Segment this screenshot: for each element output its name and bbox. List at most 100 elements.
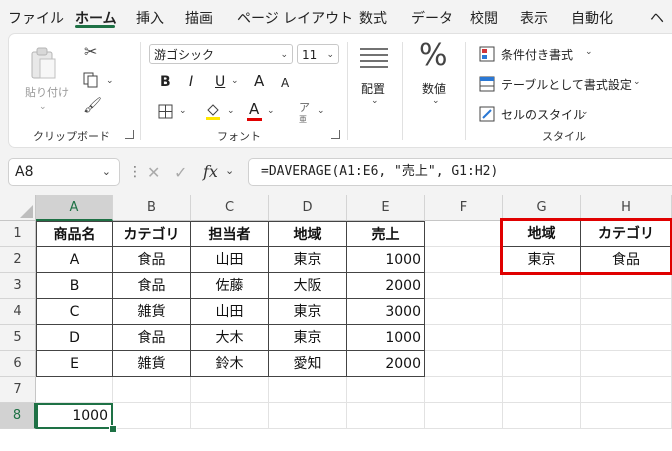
grid-cell[interactable] <box>269 377 347 403</box>
format-painter-icon[interactable]: 🖌 <box>83 98 102 113</box>
font-dialog-launcher-icon[interactable] <box>331 130 340 139</box>
format-as-table-button[interactable]: テーブルとして書式設定 <box>501 76 632 93</box>
copy-chevron-icon[interactable]: ⌄ <box>106 76 114 86</box>
number-chevron-icon[interactable]: ⌄ <box>432 96 440 106</box>
font-color-button[interactable]: A <box>249 100 259 118</box>
grid-cell[interactable] <box>425 403 503 429</box>
grow-font-button[interactable]: A <box>254 72 264 90</box>
cancel-icon[interactable]: ✕ <box>147 163 160 182</box>
column-header-d[interactable]: D <box>269 195 347 221</box>
table-cell[interactable]: 食品 <box>113 325 191 351</box>
insert-function-icon[interactable]: fx <box>203 162 218 181</box>
criteria-header-cell[interactable]: カテゴリ <box>581 221 672 247</box>
row-header-5[interactable]: 5 <box>0 325 36 351</box>
grid-cell[interactable] <box>425 221 503 247</box>
grid-cell[interactable] <box>425 247 503 273</box>
grid-cell[interactable] <box>581 351 672 377</box>
grid-cell[interactable] <box>581 325 672 351</box>
format-as-table-chevron-icon[interactable]: ⌄ <box>633 77 641 87</box>
table-cell[interactable]: 食品 <box>113 273 191 299</box>
conditional-format-button[interactable]: 条件付き書式 <box>501 46 573 63</box>
table-cell[interactable]: A <box>36 247 113 273</box>
enter-icon[interactable]: ✓ <box>174 163 187 182</box>
column-header-g[interactable]: G <box>503 195 581 221</box>
column-header-a[interactable]: A <box>36 195 113 221</box>
cut-icon[interactable]: ✂ <box>84 44 97 60</box>
phonetic-chevron-icon[interactable]: ⌄ <box>317 106 325 116</box>
result-cell-a8[interactable]: 1000 <box>36 403 113 429</box>
name-box[interactable]: A8 ⌄ <box>8 158 120 186</box>
cell-styles-chevron-icon[interactable]: ⌄ <box>581 107 589 117</box>
grid-cell[interactable] <box>269 403 347 429</box>
grid-cell[interactable] <box>425 325 503 351</box>
grid-cell[interactable] <box>581 273 672 299</box>
table-cell[interactable]: C <box>36 299 113 325</box>
tab-insert[interactable]: 挿入 <box>136 8 164 28</box>
tab-page-layout[interactable]: ページ レイアウト <box>237 8 353 28</box>
tab-formulas[interactable]: 数式 <box>359 8 387 28</box>
table-cell[interactable]: 3000 <box>347 299 425 325</box>
fill-color-icon[interactable] <box>205 102 221 123</box>
row-header-7[interactable]: 7 <box>0 377 36 403</box>
table-cell[interactable]: E <box>36 351 113 377</box>
grid-cell[interactable] <box>347 377 425 403</box>
number-label[interactable]: 数値 <box>422 80 446 97</box>
table-header-cell[interactable]: 担当者 <box>191 221 269 247</box>
table-cell[interactable]: 食品 <box>113 247 191 273</box>
paste-button[interactable] <box>29 46 57 83</box>
underline-chevron-icon[interactable]: ⌄ <box>231 76 239 86</box>
table-cell[interactable]: 愛知 <box>269 351 347 377</box>
row-header-6[interactable]: 6 <box>0 351 36 377</box>
shrink-font-button[interactable]: A <box>281 76 289 90</box>
font-size-combo[interactable]: 11 ⌄ <box>297 44 339 64</box>
font-color-chevron-icon[interactable]: ⌄ <box>267 106 275 116</box>
font-name-combo[interactable]: 游ゴシック ⌄ <box>149 44 293 64</box>
column-header-c[interactable]: C <box>191 195 269 221</box>
table-cell[interactable]: 2000 <box>347 273 425 299</box>
formula-input[interactable]: =DAVERAGE(A1:E6, "売上", G1:H2) <box>248 158 672 186</box>
table-cell[interactable]: 鈴木 <box>191 351 269 377</box>
table-cell[interactable]: 1000 <box>347 247 425 273</box>
grid-cell[interactable] <box>503 403 581 429</box>
table-cell[interactable]: D <box>36 325 113 351</box>
fill-handle[interactable] <box>109 425 117 433</box>
grid-cell[interactable] <box>581 299 672 325</box>
copy-icon[interactable] <box>83 72 99 91</box>
conditional-format-chevron-icon[interactable]: ⌄ <box>585 47 593 57</box>
grid-cell[interactable] <box>503 325 581 351</box>
table-cell[interactable]: B <box>36 273 113 299</box>
tab-draw[interactable]: 描画 <box>185 8 213 28</box>
grid-cell[interactable] <box>36 377 113 403</box>
table-header-cell[interactable]: カテゴリ <box>113 221 191 247</box>
tab-file[interactable]: ファイル <box>8 8 64 28</box>
grid-cell[interactable] <box>425 377 503 403</box>
column-header-e[interactable]: E <box>347 195 425 221</box>
grid-cell[interactable] <box>425 273 503 299</box>
criteria-value-cell[interactable]: 食品 <box>581 247 672 273</box>
grid-cell[interactable] <box>503 377 581 403</box>
row-header-2[interactable]: 2 <box>0 247 36 273</box>
grid-cell[interactable] <box>347 403 425 429</box>
table-cell[interactable]: 山田 <box>191 247 269 273</box>
table-header-cell[interactable]: 商品名 <box>36 221 113 247</box>
table-header-cell[interactable]: 地域 <box>269 221 347 247</box>
grid-cell[interactable] <box>191 403 269 429</box>
tab-data[interactable]: データ <box>411 8 453 28</box>
paste-chevron-icon[interactable]: ⌄ <box>39 102 47 112</box>
fill-color-chevron-icon[interactable]: ⌄ <box>227 106 235 116</box>
row-header-1[interactable]: 1 <box>0 221 36 247</box>
borders-chevron-icon[interactable]: ⌄ <box>179 106 187 116</box>
table-cell[interactable]: 雑貨 <box>113 351 191 377</box>
cell-styles-button[interactable]: セルのスタイル <box>501 106 585 123</box>
italic-button[interactable]: I <box>189 74 193 90</box>
clipboard-dialog-launcher-icon[interactable] <box>125 130 134 139</box>
table-cell[interactable]: 2000 <box>347 351 425 377</box>
bold-button[interactable]: B <box>160 74 171 90</box>
tab-automate[interactable]: 自動化 <box>571 8 613 28</box>
alignment-chevron-icon[interactable]: ⌄ <box>371 96 379 106</box>
table-cell[interactable]: 山田 <box>191 299 269 325</box>
tab-review[interactable]: 校閲 <box>470 8 498 28</box>
table-cell[interactable]: 大木 <box>191 325 269 351</box>
table-cell[interactable]: 1000 <box>347 325 425 351</box>
grid-cell[interactable] <box>113 377 191 403</box>
